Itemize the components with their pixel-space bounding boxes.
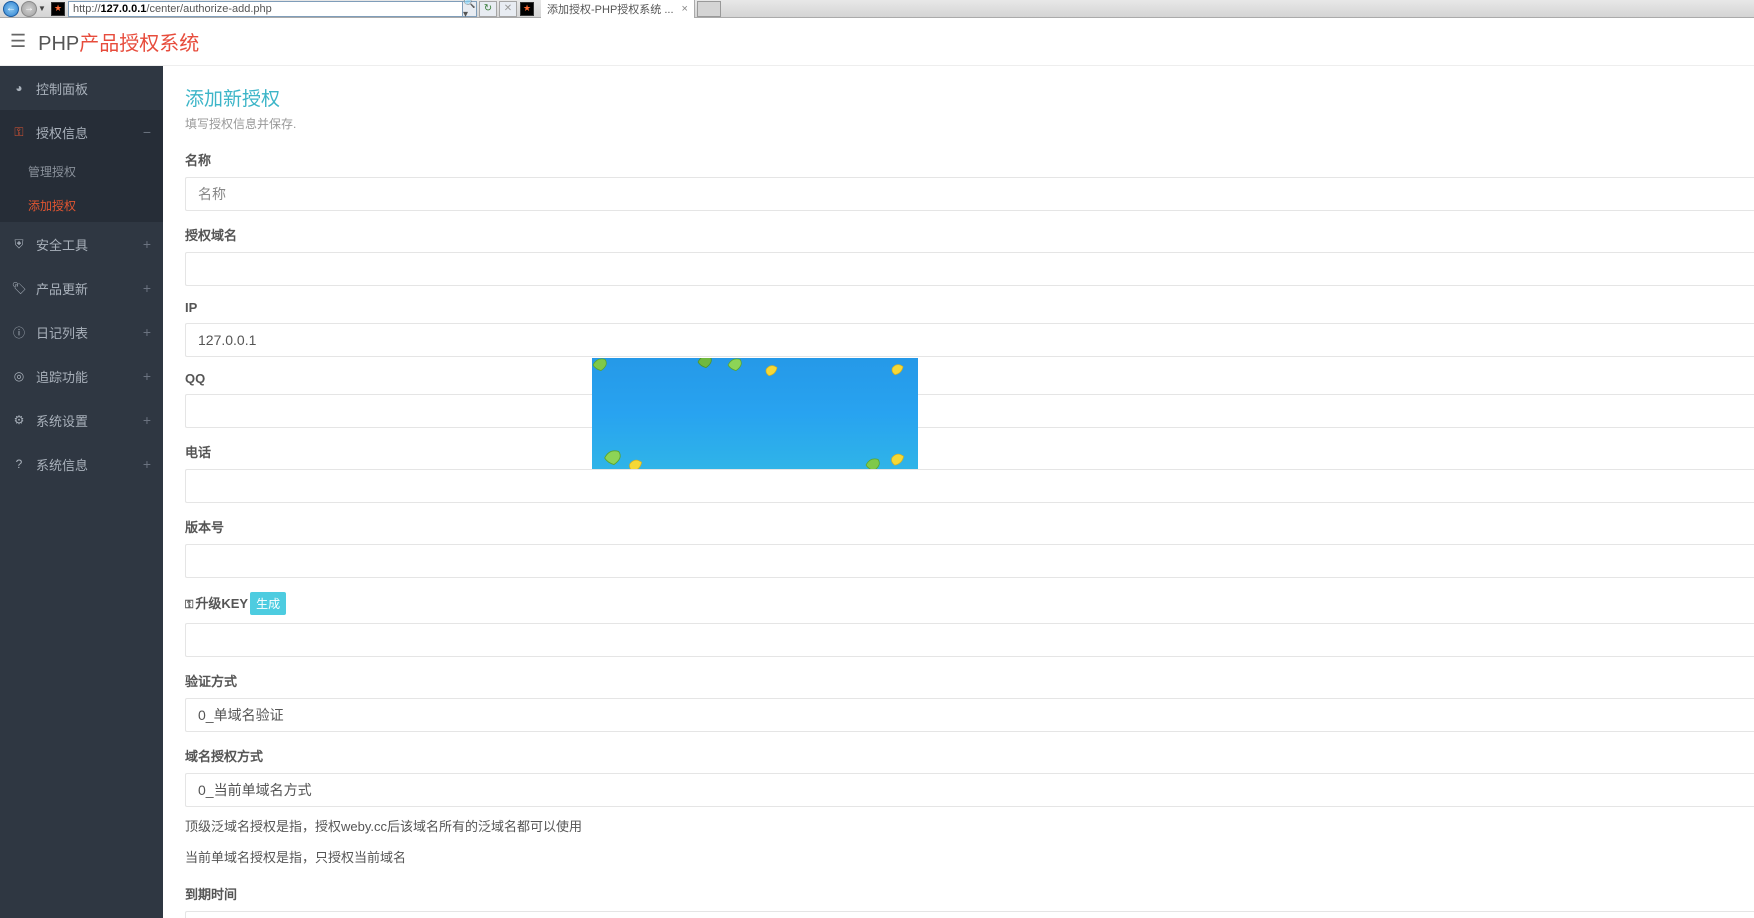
expire-label: 到期时间 bbox=[185, 884, 1754, 903]
brand-title: PHP产品授权系统 bbox=[38, 27, 199, 56]
sidebar-item-auth[interactable]: ⚿ 授权信息 − bbox=[0, 110, 163, 154]
brand-prefix: PHP bbox=[38, 33, 79, 55]
sidebar-label: 系统设置 bbox=[36, 411, 88, 430]
expand-icon: + bbox=[143, 280, 151, 296]
sidebar-item-logs[interactable]: ⓘ 日记列表 + bbox=[0, 310, 163, 354]
expand-icon: + bbox=[143, 456, 151, 472]
favicon: ★ bbox=[51, 2, 65, 16]
ip-input[interactable] bbox=[185, 323, 1754, 357]
sidebar-item-add-auth[interactable]: 添加授权 bbox=[0, 188, 163, 222]
nav-history-dropdown[interactable]: ▼ bbox=[38, 4, 48, 13]
sidebar-item-settings[interactable]: ⚙ 系统设置 + bbox=[0, 398, 163, 442]
url-bar[interactable]: http://127.0.0.1/center/authorize-add.ph… bbox=[68, 1, 463, 17]
phone-input[interactable] bbox=[185, 469, 1754, 503]
page-subtitle: 填写授权信息并保存. bbox=[185, 115, 1754, 132]
sidebar-label: 控制面板 bbox=[36, 79, 88, 98]
url-host: 127.0.0.1 bbox=[101, 3, 147, 15]
generate-key-button[interactable]: 生成 bbox=[250, 592, 286, 615]
page-title: 添加新授权 bbox=[185, 84, 1754, 111]
sidebar-label: 产品更新 bbox=[36, 279, 88, 298]
brand-suffix: 产品授权系统 bbox=[79, 33, 199, 55]
expand-icon: + bbox=[143, 324, 151, 340]
tab-title: 添加授权-PHP授权系统 ... bbox=[547, 1, 674, 17]
new-tab-button[interactable] bbox=[697, 1, 721, 17]
sidebar-item-dashboard[interactable]: ◕ 控制面板 bbox=[0, 66, 163, 110]
shield-icon: ⛨ bbox=[12, 237, 26, 251]
nav-back-button[interactable]: ← bbox=[3, 1, 19, 17]
domain-method-label: 域名授权方式 bbox=[185, 746, 1754, 765]
search-dropdown[interactable]: 🔍▾ bbox=[463, 1, 477, 17]
qq-input[interactable] bbox=[185, 394, 1754, 428]
key-icon: ⚿ bbox=[185, 599, 193, 611]
phone-label: 电话 bbox=[185, 442, 1754, 461]
help-text-2: 当前单域名授权是指，只授权当前域名 bbox=[185, 846, 1754, 869]
sidebar-label: 添加授权 bbox=[28, 197, 76, 214]
key-label: ⚿升级KEY生成 bbox=[185, 592, 1754, 615]
overlay-banner bbox=[592, 358, 918, 469]
ip-label: IP bbox=[185, 300, 1754, 315]
tag-icon: 🏷 bbox=[12, 281, 26, 295]
sidebar-item-security[interactable]: ⛨ 安全工具 + bbox=[0, 222, 163, 266]
refresh-button[interactable]: ↻ bbox=[479, 1, 497, 17]
domain-method-select[interactable] bbox=[185, 773, 1754, 807]
key-input[interactable] bbox=[185, 623, 1754, 657]
help-text-1: 顶级泛域名授权是指，授权weby.cc后该域名所有的泛域名都可以使用 bbox=[185, 815, 1754, 838]
info-icon: ⓘ bbox=[12, 325, 26, 339]
dashboard-icon: ◕ bbox=[12, 81, 26, 95]
url-prefix: http:// bbox=[73, 3, 101, 15]
version-label: 版本号 bbox=[185, 517, 1754, 536]
sidebar-item-tracking[interactable]: ◎ 追踪功能 + bbox=[0, 354, 163, 398]
menu-toggle-icon[interactable]: ☰ bbox=[10, 31, 26, 52]
app-header: ☰ PHP产品授权系统 bbox=[0, 18, 1754, 66]
sidebar: ◕ 控制面板 ⚿ 授权信息 − 管理授权 添加授权 ⛨ 安全工具 + 🏷 产品更… bbox=[0, 66, 163, 918]
sidebar-label: 安全工具 bbox=[36, 235, 88, 254]
browser-tab[interactable]: 添加授权-PHP授权系统 ... × bbox=[541, 0, 695, 18]
verify-select[interactable] bbox=[185, 698, 1754, 732]
expand-icon: + bbox=[143, 412, 151, 428]
tab-favicon: ★ bbox=[520, 2, 534, 16]
sidebar-label: 日记列表 bbox=[36, 323, 88, 342]
expire-input[interactable] bbox=[185, 911, 1754, 918]
qq-label: QQ bbox=[185, 371, 1754, 386]
sidebar-item-updates[interactable]: 🏷 产品更新 + bbox=[0, 266, 163, 310]
expand-icon: + bbox=[143, 368, 151, 384]
expand-icon: + bbox=[143, 236, 151, 252]
sidebar-label: 追踪功能 bbox=[36, 367, 88, 386]
help-icon: ? bbox=[12, 457, 26, 471]
tab-close-button[interactable]: × bbox=[682, 3, 688, 15]
browser-toolbar: ← → ▼ ★ http://127.0.0.1/center/authoriz… bbox=[0, 0, 1754, 18]
target-icon: ◎ bbox=[12, 369, 26, 383]
nav-forward-button[interactable]: → bbox=[21, 1, 37, 17]
sidebar-item-manage-auth[interactable]: 管理授权 bbox=[0, 154, 163, 188]
gear-icon: ⚙ bbox=[12, 413, 26, 427]
name-label: 名称 bbox=[185, 150, 1754, 169]
sidebar-item-sysinfo[interactable]: ? 系统信息 + bbox=[0, 442, 163, 486]
stop-button[interactable]: ✕ bbox=[499, 1, 517, 17]
collapse-icon: − bbox=[143, 124, 151, 140]
version-input[interactable] bbox=[185, 544, 1754, 578]
verify-label: 验证方式 bbox=[185, 671, 1754, 690]
sidebar-label: 系统信息 bbox=[36, 455, 88, 474]
sidebar-label: 管理授权 bbox=[28, 163, 76, 180]
sidebar-label: 授权信息 bbox=[36, 123, 88, 142]
name-input[interactable] bbox=[185, 177, 1754, 211]
key-icon: ⚿ bbox=[12, 125, 26, 139]
domain-label: 授权域名 bbox=[185, 225, 1754, 244]
content-area: 添加新授权 填写授权信息并保存. 名称 授权域名 IP QQ 电话 版本号 bbox=[163, 66, 1754, 918]
domain-input[interactable] bbox=[185, 252, 1754, 286]
url-path: /center/authorize-add.php bbox=[146, 3, 271, 15]
